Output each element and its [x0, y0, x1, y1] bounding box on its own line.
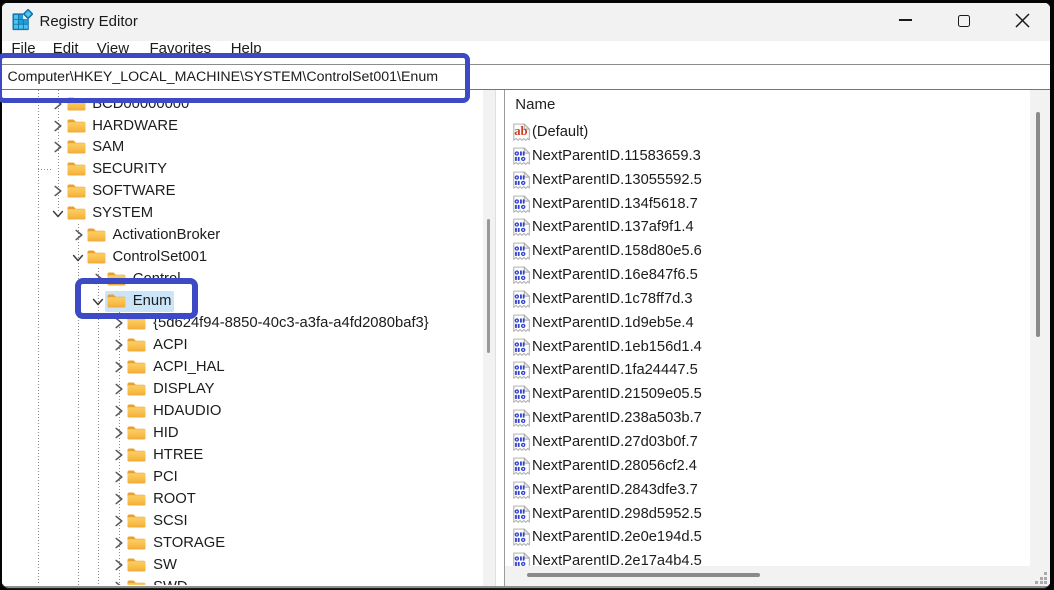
svg-text:ab: ab: [514, 124, 527, 138]
